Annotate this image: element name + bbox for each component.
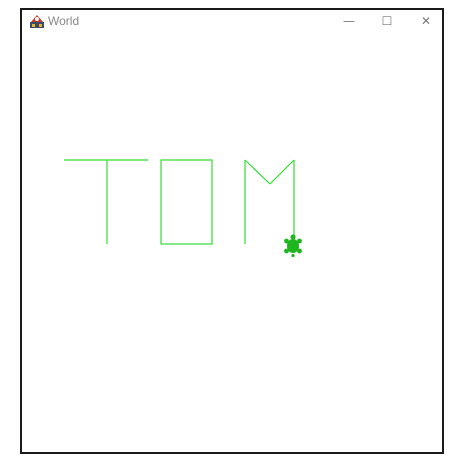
minimize-icon: — <box>343 14 355 28</box>
window-title: World <box>48 14 80 28</box>
title-bar[interactable]: World — ☐ ✕ <box>22 10 442 34</box>
turtle-icon <box>284 234 302 258</box>
close-icon: ✕ <box>420 14 432 28</box>
java-app-icon <box>30 15 44 28</box>
minimize-button[interactable]: — <box>337 12 361 30</box>
letter-m-diag-right-stroke <box>269 159 295 185</box>
letter-o-stroke <box>160 159 213 245</box>
maximize-icon: ☐ <box>381 14 393 28</box>
maximize-button[interactable]: ☐ <box>375 12 399 30</box>
turtle-canvas <box>22 34 442 452</box>
drawing-surface <box>64 159 302 258</box>
letter-m-diag-left-stroke <box>244 159 271 185</box>
close-button[interactable]: ✕ <box>414 12 438 30</box>
app-window: World — ☐ ✕ <box>20 8 444 454</box>
